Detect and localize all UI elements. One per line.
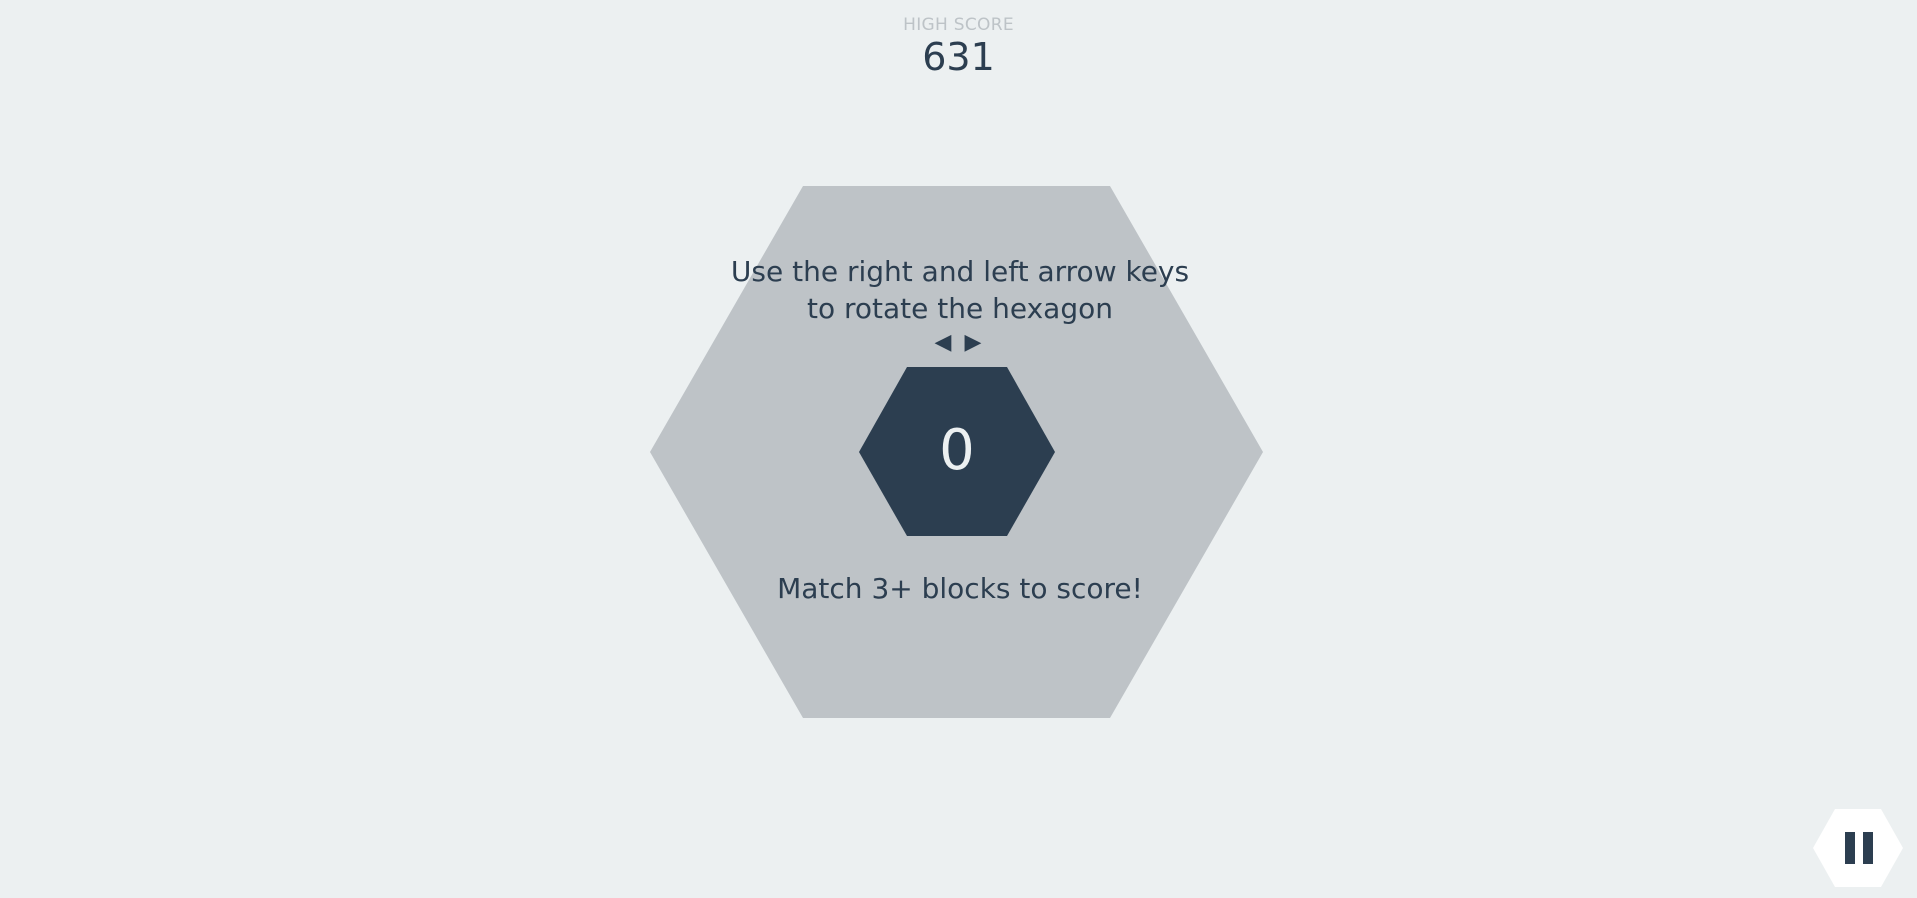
pause-button[interactable] — [1812, 808, 1904, 888]
pause-button-background — [1813, 809, 1903, 887]
instructions-line-2: to rotate the hexagon — [807, 292, 1113, 325]
right-arrow-icon: ▶ — [964, 330, 982, 355]
match-hint-text: Match 3+ blocks to score! — [777, 572, 1143, 605]
arrow-keys-hint: ◀ ▶ — [920, 331, 996, 355]
instructions-text: Use the right and left arrow keys to rot… — [640, 253, 1280, 327]
current-score: 0 — [939, 418, 975, 483]
game-stage: HIGH SCORE 631 Use the right and left ar… — [0, 0, 1917, 898]
instructions-line-1: Use the right and left arrow keys — [730, 255, 1190, 288]
left-arrow-icon: ◀ — [934, 330, 952, 355]
pause-icon — [1845, 832, 1855, 864]
